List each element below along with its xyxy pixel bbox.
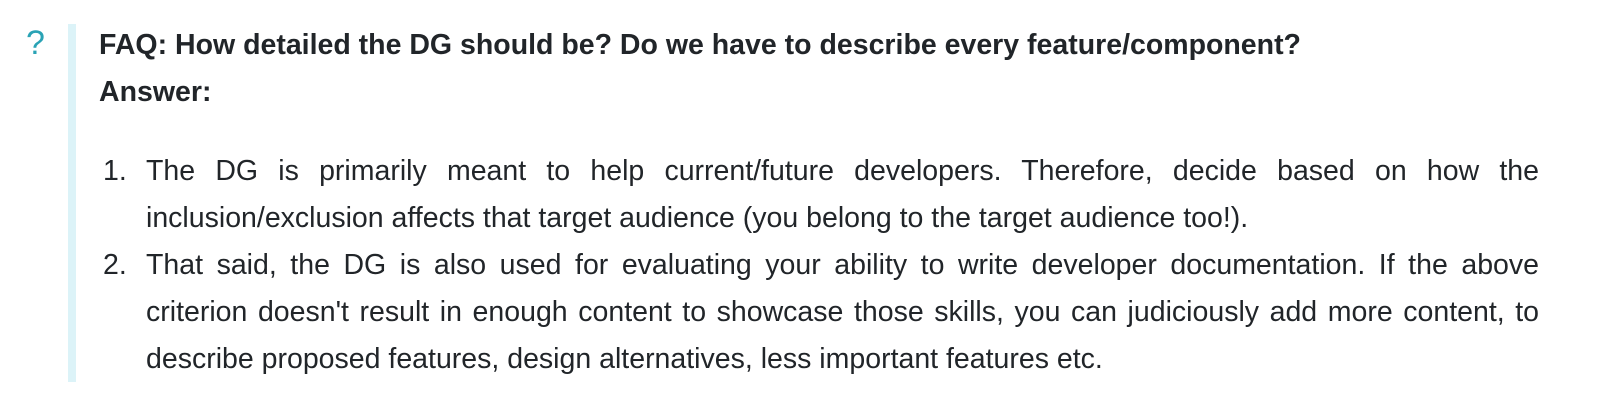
- faq-content: FAQ: How detailed the DG should be? Do w…: [99, 22, 1539, 383]
- question-mark-icon: ?: [26, 24, 45, 62]
- answer-item-number: 1.: [103, 155, 127, 187]
- answer-item-1: 1. The DG is primarily meant to help cur…: [99, 148, 1539, 242]
- answer-label: Answer:: [99, 76, 212, 108]
- faq-side-bar: [68, 24, 76, 382]
- faq-question: FAQ: How detailed the DG should be? Do w…: [99, 29, 1301, 61]
- answer-item-2: 2. That said, the DG is also used for ev…: [99, 242, 1539, 383]
- faq-box: ? FAQ: How detailed the DG should be? Do…: [0, 0, 1608, 408]
- answer-item-text: The DG is primarily meant to help curren…: [146, 155, 1539, 234]
- answer-item-number: 2.: [103, 249, 127, 281]
- answer-list: 1. The DG is primarily meant to help cur…: [99, 148, 1539, 383]
- answer-item-text: That said, the DG is also used for evalu…: [146, 249, 1539, 375]
